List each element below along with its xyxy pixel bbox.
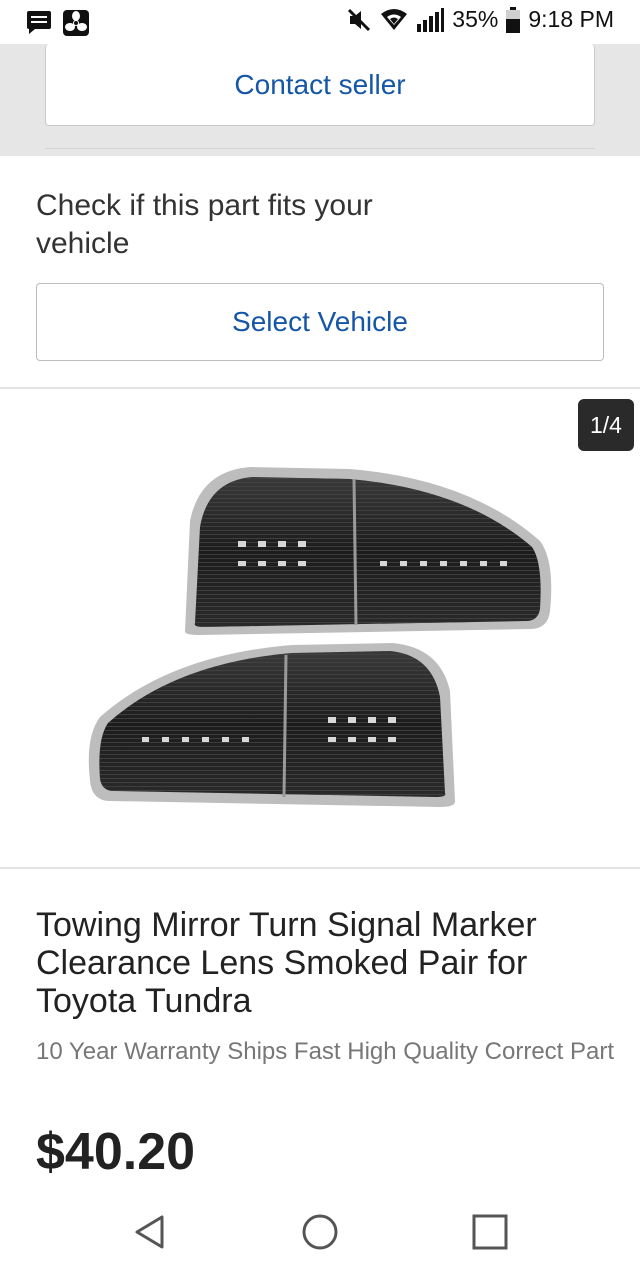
recents-button[interactable] [460,1210,520,1258]
message-icon [26,9,52,37]
home-button[interactable] [290,1210,350,1258]
wifi-icon [380,8,408,32]
status-right: 35% 9:18 PM [346,6,614,33]
battery-percent: 35% [452,6,499,32]
back-button[interactable] [120,1210,180,1258]
image-gallery[interactable]: 1/4 [0,391,640,869]
back-icon [132,1214,168,1255]
navigation-bar [0,1196,640,1280]
product-image[interactable] [80,451,560,811]
clock: 9:18 PM [528,6,614,32]
recents-icon [472,1214,508,1255]
fitment-title: Check if this part fits your vehicle [36,189,373,260]
signal-icon [416,7,445,32]
product-price: $40.20 [36,1123,196,1181]
image-counter: 1/4 [578,399,634,451]
status-bar: 35% 9:18 PM [0,0,640,44]
contact-seller-button[interactable]: Contact seller [45,44,595,126]
lower-lens [88,643,456,807]
fan-icon [62,9,90,37]
battery-icon [506,6,521,33]
product-subtitle: 10 Year Warranty Ships Fast High Quality… [36,1038,615,1065]
fitment-section: Check if this part fits your vehicle Sel… [0,157,640,389]
select-vehicle-button[interactable]: Select Vehicle [36,283,604,361]
upper-lens [184,467,552,635]
status-left [26,9,90,37]
mute-icon [346,7,372,33]
home-icon [301,1213,339,1256]
product-title: Towing Mirror Turn Signal Marker Clearan… [36,906,537,1020]
divider [45,148,595,149]
